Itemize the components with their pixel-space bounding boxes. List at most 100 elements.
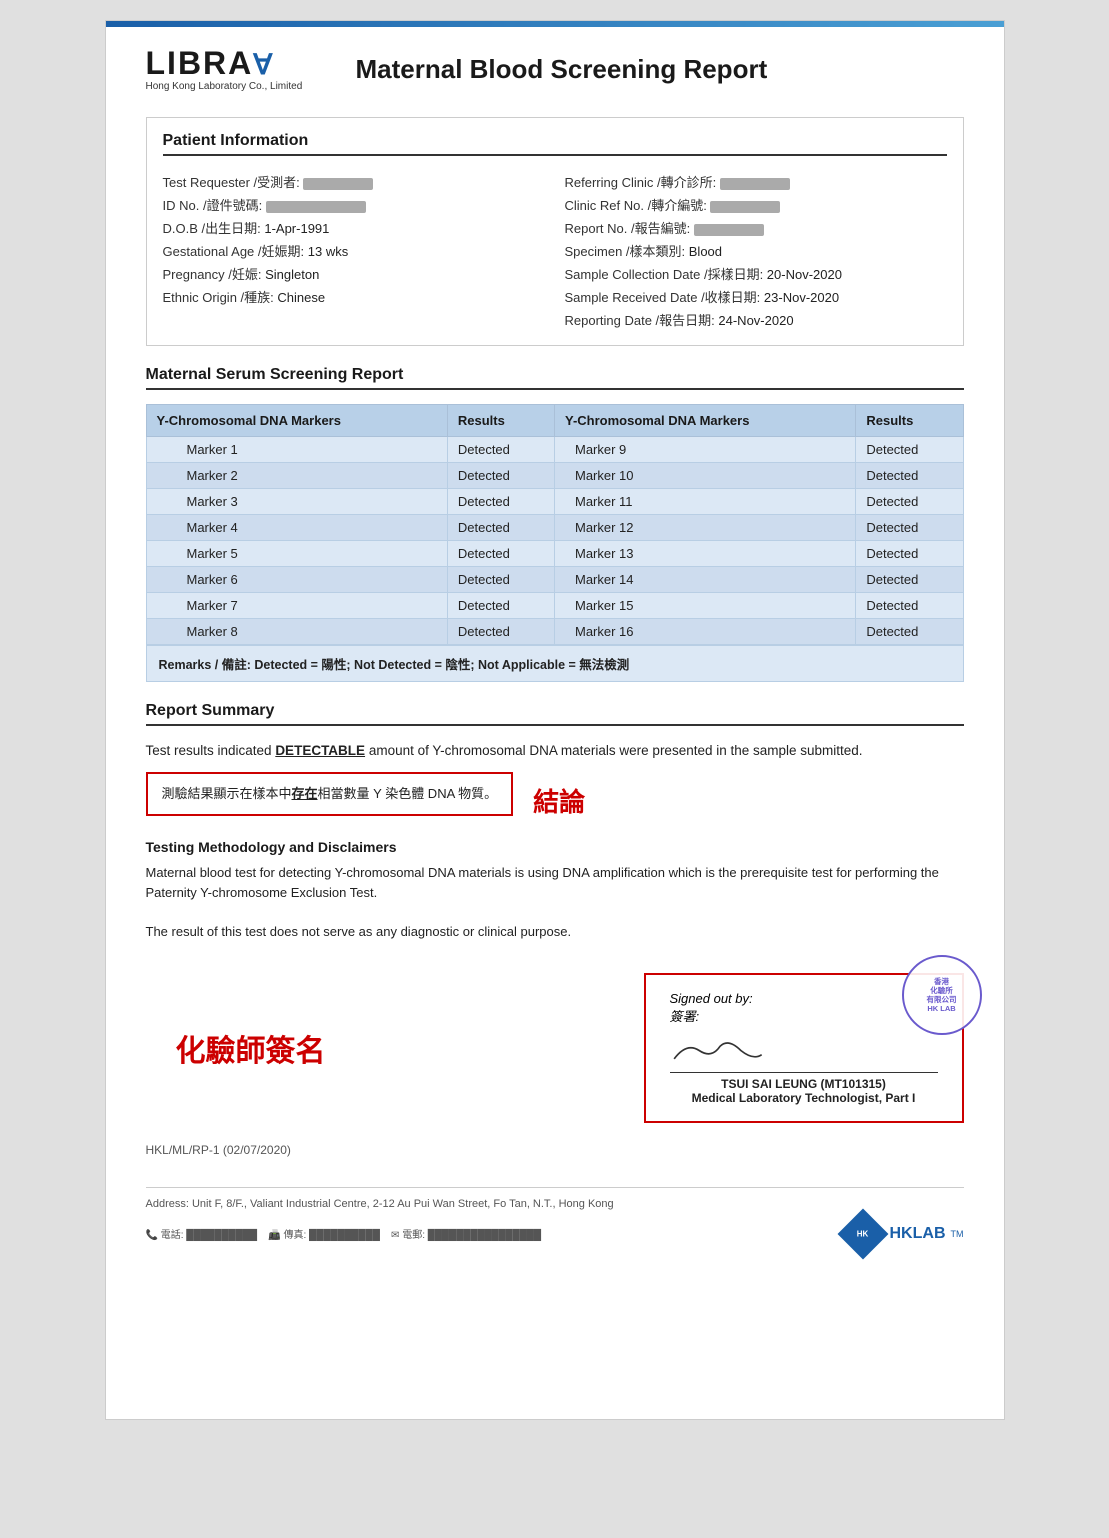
summary-text: Test results indicated DETECTABLE amount… [146, 740, 964, 762]
right-marker: Marker 10 [554, 463, 855, 489]
serum-section: Maternal Serum Screening Report Y-Chromo… [146, 366, 964, 682]
patient-left-col: Test Requester /受測者: ID No. /證件號碼: D.O.B… [163, 170, 545, 331]
footer-ref: HKL/ML/RP-1 (02/07/2020) [146, 1143, 964, 1157]
top-bar [106, 21, 1004, 27]
right-result: Detected [856, 541, 963, 567]
right-marker: Marker 13 [554, 541, 855, 567]
info-row-requester: Test Requester /受測者: [163, 170, 545, 193]
sign-box: 香港化驗所有限公司HK LAB Signed out by: 簽署: TSUI … [644, 973, 964, 1123]
table-row: Marker 1 Detected Marker 9 Detected [146, 437, 963, 463]
info-row-specimen: Specimen /樣本類別: Blood [565, 239, 947, 262]
info-row-id: ID No. /證件號碼: [163, 193, 545, 216]
conclusion-label: 結論 [533, 772, 585, 819]
detectable-word: DETECTABLE [275, 743, 365, 758]
right-result: Detected [856, 489, 963, 515]
logo-sub: Hong Kong Laboratory Co., Limited [146, 81, 303, 92]
report-title: Maternal Blood Screening Report [356, 54, 768, 85]
right-marker: Marker 15 [554, 593, 855, 619]
left-result: Detected [447, 541, 554, 567]
info-row-dob: D.O.B /出生日期: 1-Apr-1991 [163, 216, 545, 239]
redacted-clinicref [710, 201, 780, 213]
chinese-result-box: 測驗結果顯示在樣本中存在相當數量 Y 染色體 DNA 物質。 [146, 772, 514, 817]
col2-header: Results [447, 405, 554, 437]
table-row: Marker 3 Detected Marker 11 Detected [146, 489, 963, 515]
sign-by-label: Signed out by: 簽署: [670, 991, 938, 1025]
chemist-label: 化驗師簽名 [176, 1026, 326, 1070]
logo-swoosh: ∀ [253, 49, 274, 80]
left-marker: Marker 3 [146, 489, 447, 515]
info-row-collection: Sample Collection Date /採樣日期: 20-Nov-202… [565, 262, 947, 285]
logo-libra: LIBRA [146, 45, 254, 81]
right-marker: Marker 14 [554, 567, 855, 593]
left-result: Detected [447, 437, 554, 463]
left-marker: Marker 1 [146, 437, 447, 463]
hklab-text: HKLAB [890, 1225, 946, 1243]
methodology-text1: Maternal blood test for detecting Y-chro… [146, 863, 964, 905]
hklab-logo: HK HKLAB TM [845, 1216, 964, 1252]
methodology-text2: The result of this test does not serve a… [146, 922, 964, 943]
footer-bottom: 📞 電話: ██████████ 📠 傳真: ██████████ ✉ 電郵: … [146, 1216, 964, 1252]
table-row: Marker 8 Detected Marker 16 Detected [146, 619, 963, 645]
left-result: Detected [447, 593, 554, 619]
signature-section: 化驗師簽名 香港化驗所有限公司HK LAB Signed out by: 簽署:… [146, 973, 964, 1123]
footer-address: Address: Unit F, 8/F., Valiant Industria… [146, 1187, 964, 1252]
right-marker: Marker 12 [554, 515, 855, 541]
table-row: Marker 4 Detected Marker 12 Detected [146, 515, 963, 541]
methodology-title: Testing Methodology and Disclaimers [146, 839, 964, 855]
lab-stamp: 香港化驗所有限公司HK LAB [902, 955, 982, 1035]
footer-contacts: 📞 電話: ██████████ 📠 傳真: ██████████ ✉ 電郵: … [146, 1226, 542, 1241]
left-result: Detected [447, 463, 554, 489]
table-row: Marker 6 Detected Marker 14 Detected [146, 567, 963, 593]
chinese-bold: 存在 [292, 786, 318, 801]
redacted-reportno [694, 224, 764, 236]
patient-info-section: Patient Information Test Requester /受測者:… [146, 117, 964, 346]
info-row-clinic: Referring Clinic /轉介診所: [565, 170, 947, 193]
left-result: Detected [447, 567, 554, 593]
remarks: Remarks / 備註: Detected = 陽性; Not Detecte… [146, 645, 964, 682]
left-marker: Marker 5 [146, 541, 447, 567]
table-row: Marker 7 Detected Marker 15 Detected [146, 593, 963, 619]
right-marker: Marker 9 [554, 437, 855, 463]
redacted-id [266, 201, 366, 213]
serum-section-title: Maternal Serum Screening Report [146, 366, 964, 390]
hklab-diamond: HK [837, 1209, 888, 1260]
info-row-pregnancy: Pregnancy /妊娠: Singleton [163, 262, 545, 285]
col3-header: Y-Chromosomal DNA Markers [554, 405, 855, 437]
info-row-gestational: Gestational Age /妊娠期: 13 wks [163, 239, 545, 262]
right-result: Detected [856, 619, 963, 645]
left-result: Detected [447, 515, 554, 541]
col4-header: Results [856, 405, 963, 437]
left-result: Detected [447, 489, 554, 515]
right-result: Detected [856, 567, 963, 593]
right-result: Detected [856, 437, 963, 463]
patient-right-col: Referring Clinic /轉介診所: Clinic Ref No. /… [565, 170, 947, 331]
conclusion-box: 測驗結果顯示在樣本中存在相當數量 Y 染色體 DNA 物質。 結論 [146, 772, 964, 819]
col1-header: Y-Chromosomal DNA Markers [146, 405, 447, 437]
logo-area: LIBRA∀ Hong Kong Laboratory Co., Limited [146, 47, 326, 92]
right-result: Detected [856, 463, 963, 489]
signature-svg [670, 1033, 770, 1068]
signer-name: TSUI SAI LEUNG (MT101315) Medical Labora… [670, 1077, 938, 1105]
sign-line [670, 1033, 938, 1073]
right-result: Detected [856, 515, 963, 541]
patient-grid: Test Requester /受測者: ID No. /證件號碼: D.O.B… [163, 170, 947, 331]
left-result: Detected [447, 619, 554, 645]
patient-info-title: Patient Information [163, 132, 947, 156]
redacted-clinic [720, 178, 790, 190]
redacted-requester [303, 178, 373, 190]
right-result: Detected [856, 593, 963, 619]
info-row-reporting: Reporting Date /報告日期: 24-Nov-2020 [565, 308, 947, 331]
left-marker: Marker 7 [146, 593, 447, 619]
left-marker: Marker 4 [146, 515, 447, 541]
logo-text: LIBRA∀ [146, 47, 275, 79]
page: LIBRA∀ Hong Kong Laboratory Co., Limited… [105, 20, 1005, 1420]
left-marker: Marker 6 [146, 567, 447, 593]
info-row-reportno: Report No. /報告編號: [565, 216, 947, 239]
table-row: Marker 2 Detected Marker 10 Detected [146, 463, 963, 489]
table-row: Marker 5 Detected Marker 13 Detected [146, 541, 963, 567]
right-marker: Marker 11 [554, 489, 855, 515]
left-marker: Marker 2 [146, 463, 447, 489]
info-row-received: Sample Received Date /收樣日期: 23-Nov-2020 [565, 285, 947, 308]
summary-section: Report Summary Test results indicated DE… [146, 702, 964, 819]
header: LIBRA∀ Hong Kong Laboratory Co., Limited… [146, 47, 964, 92]
